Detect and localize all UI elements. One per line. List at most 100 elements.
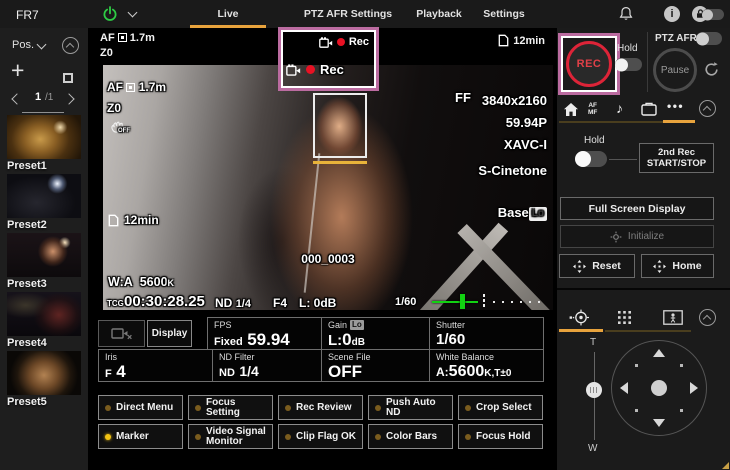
preset-list: Preset1 Preset2 Preset3 Preset4 Preset5 (0, 115, 81, 409)
osd-iris: F4 (273, 296, 287, 310)
assign-button-color-bars[interactable]: Color Bars (368, 424, 453, 449)
assign-button-focus-hold[interactable]: Focus Hold (458, 424, 543, 449)
zoom-slider-knob[interactable] (586, 382, 602, 398)
preset-item[interactable]: Preset5 (0, 351, 81, 409)
assign-led-icon (465, 405, 471, 411)
tracking-icon[interactable] (663, 310, 683, 330)
home-icon[interactable] (563, 102, 579, 122)
osd-focus: AF 1.7m (107, 80, 166, 94)
tilt-down-icon[interactable] (653, 419, 665, 427)
home-position-button[interactable]: Home (641, 254, 714, 278)
chevron-down-icon[interactable] (37, 40, 47, 50)
pad-center-button[interactable] (651, 380, 667, 396)
assign-button-marker[interactable]: Marker (98, 424, 183, 449)
focus-area-icon (126, 83, 135, 92)
active-tab-underline (663, 120, 695, 123)
nd-filter-cell[interactable]: ND Filter ND 1/4 (212, 349, 322, 382)
chevron-down-icon[interactable] (128, 8, 138, 18)
full-screen-display-button[interactable]: Full Screen Display (560, 197, 714, 220)
fps-cell[interactable]: FPS Fixed 59.94 (207, 317, 322, 350)
preset-grid-icon[interactable] (617, 310, 632, 330)
camera-disable-button[interactable] (98, 320, 145, 347)
steadyshot-off-icon: OFF (110, 120, 128, 140)
display-button[interactable]: Display (147, 320, 192, 347)
preset-item[interactable]: Preset4 (0, 292, 81, 350)
main-area: AF 1.7m Z0 12min Rec Rec (88, 28, 555, 470)
rec-hold-toggle[interactable] (615, 58, 642, 71)
tab-settings[interactable]: Settings (476, 0, 532, 28)
preset-thumbnail[interactable] (7, 351, 81, 395)
more-icon[interactable]: ••• (667, 99, 684, 113)
collapse-panel-icon[interactable] (699, 309, 716, 326)
preset-thumbnail[interactable] (7, 292, 81, 336)
gain-cell[interactable]: GainLo L:0dB (321, 317, 430, 350)
diagonal-dot-icon (680, 409, 683, 412)
mic-stand (304, 153, 321, 292)
focus-indicator-marker (460, 294, 465, 309)
stop-icon[interactable] (63, 73, 73, 83)
assign-button-focus-setting[interactable]: Focus Setting (188, 395, 273, 420)
assign-button-push-auto-nd[interactable]: Push Auto ND (368, 395, 453, 420)
focus-scale-tick (483, 294, 485, 307)
preset-group-label[interactable]: Pos. (12, 39, 34, 51)
live-viewport[interactable]: AF 1.7m Z0 OFF FF 3840x2160 59.94P XAVC-… (103, 65, 553, 310)
second-rec-hold-label: Hold (584, 135, 605, 146)
second-rec-hold-toggle[interactable] (575, 151, 607, 167)
collapse-panel-icon[interactable] (699, 100, 716, 117)
rec-camera-icon (286, 64, 301, 76)
initialize-button[interactable]: Initialize (560, 225, 714, 248)
assign-led-icon (285, 434, 291, 440)
assign-button-crop-select[interactable]: Crop Select (458, 395, 543, 420)
preset-item[interactable]: Preset3 (0, 233, 81, 291)
collapse-sidebar-icon[interactable] (62, 37, 79, 54)
af-mf-icon[interactable]: AF MF (588, 102, 597, 116)
divider (557, 288, 730, 290)
media-card-icon (108, 214, 119, 227)
tab-playback[interactable]: Playback (406, 0, 472, 28)
preset-item[interactable]: Preset2 (0, 174, 81, 232)
pan-tilt-pad[interactable] (611, 340, 707, 436)
camera-disable-icon (111, 326, 133, 341)
tilt-up-icon[interactable] (653, 349, 665, 357)
bell-icon[interactable] (619, 6, 633, 27)
assign-button-video-signal-monitor[interactable]: Video Signal Monitor (188, 424, 273, 449)
restart-icon[interactable] (703, 61, 720, 83)
preset-item[interactable]: Preset1 (0, 115, 81, 173)
shutter-cell[interactable]: Shutter 1/60 (429, 317, 544, 350)
prev-page-icon[interactable] (11, 93, 22, 104)
pause-button[interactable]: Pause (653, 48, 697, 92)
scene-file-cell[interactable]: Scene File OFF (321, 349, 430, 382)
preset-thumbnail[interactable] (7, 174, 81, 218)
tab-live[interactable]: Live (190, 0, 266, 28)
tab-ptz-afr-settings[interactable]: PTZ AFR Settings (298, 0, 398, 28)
rec-camera-icon (319, 37, 333, 48)
ptz-afr-toggle[interactable] (696, 32, 722, 45)
assign-button-clip-flag-ok[interactable]: Clip Flag OK (278, 424, 363, 449)
base-iso-badge: Lo (529, 207, 547, 221)
preset-label: Preset1 (7, 159, 81, 173)
audio-icon[interactable]: ♪ (616, 100, 623, 116)
lock-toggle[interactable] (702, 9, 724, 20)
osd-tc-label: TCG (107, 299, 124, 308)
info-icon[interactable]: i (664, 6, 680, 22)
assign-button-grid: Direct Menu Focus Setting Rec Review Pus… (98, 395, 543, 449)
top-bar: FR7 Live PTZ AFR Settings Playback Setti… (0, 0, 730, 28)
white-balance-cell[interactable]: White Balance A:5600K,T±0 (429, 349, 544, 382)
add-preset-icon[interactable]: + (11, 58, 24, 82)
media-tab-icon[interactable] (641, 102, 657, 121)
rec-button[interactable]: REC (566, 41, 612, 87)
iris-cell[interactable]: Iris F 4 (98, 349, 213, 382)
resize-handle-icon[interactable] (722, 462, 729, 469)
preset-thumbnail[interactable] (7, 233, 81, 277)
reset-button[interactable]: Reset (559, 254, 635, 278)
preset-thumbnail[interactable] (7, 115, 81, 159)
assign-button-rec-review[interactable]: Rec Review (278, 395, 363, 420)
power-icon[interactable] (102, 6, 118, 27)
second-rec-button[interactable]: 2nd Rec START/STOP (639, 143, 714, 173)
assign-button-direct-menu[interactable]: Direct Menu (98, 395, 183, 420)
next-page-icon[interactable] (63, 93, 74, 104)
assign-led-icon (195, 405, 201, 411)
pan-left-icon[interactable] (620, 382, 628, 394)
pan-right-icon[interactable] (690, 382, 698, 394)
pan-tilt-icon[interactable] (569, 309, 589, 331)
